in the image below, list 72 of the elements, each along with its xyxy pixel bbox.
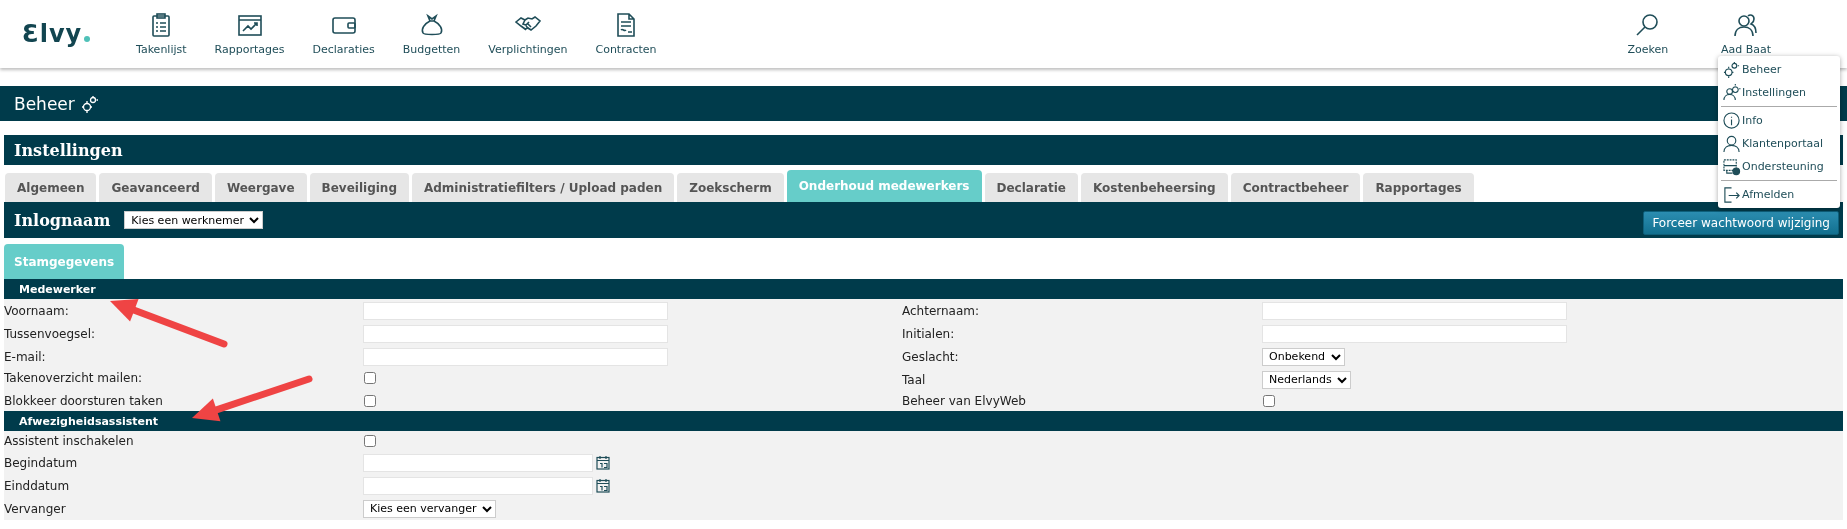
user-icon — [1723, 134, 1741, 153]
menu-item[interactable]: Beheer — [1718, 58, 1840, 81]
nav-item[interactable]: Takenlijst — [122, 12, 201, 56]
info-icon — [1723, 111, 1741, 130]
checkbox[interactable] — [364, 395, 376, 407]
tab[interactable]: Weergave — [214, 173, 307, 202]
nav-item[interactable]: Contracten — [581, 12, 671, 56]
gears-icon — [1723, 60, 1741, 79]
dropdown[interactable]: Nederlands — [1262, 370, 1351, 389]
text-field[interactable] — [1262, 301, 1567, 320]
nav-item[interactable]: Budgetten — [388, 12, 475, 56]
field-label: Assistent inschakelen — [4, 434, 134, 448]
field-label: Taal — [902, 372, 926, 387]
tab[interactable]: Geavanceerd — [99, 173, 212, 202]
field-label: Geslacht: — [902, 349, 959, 364]
nav-item[interactable]: Rapportages — [200, 12, 299, 56]
field-label: Initialen: — [902, 326, 955, 341]
field-label: Begindatum — [4, 455, 78, 470]
date-field[interactable] — [363, 453, 593, 472]
force-password-button[interactable]: Forceer wachtwoord wijziging — [1643, 211, 1839, 235]
field-label: Blokkeer doorsturen taken — [4, 394, 163, 408]
menu-item[interactable]: Instellingen — [1718, 81, 1840, 104]
tab[interactable]: Zoekscherm — [677, 173, 784, 202]
tab[interactable]: Algemeen — [5, 173, 97, 202]
field-label: Voornaam: — [4, 303, 69, 318]
employee-dropdown[interactable]: Kies een werknemer — [124, 211, 264, 229]
nav-item[interactable]: Zoeken — [1612, 12, 1683, 56]
field-label: Beheer van ElvyWeb — [902, 394, 1026, 408]
dropdown[interactable]: Kies een vervanger — [363, 499, 496, 518]
field-label: E-mail: — [4, 349, 46, 364]
section-title: Medewerker — [19, 282, 96, 296]
field-label: Takenoverzicht mailen: — [4, 371, 143, 385]
calendar-icon — [596, 455, 610, 470]
field-label: Vervanger — [4, 501, 66, 516]
nav-item[interactable]: Verplichtingen — [474, 12, 582, 56]
monitor-icon — [1723, 157, 1741, 176]
users-icon — [1732, 12, 1759, 38]
tab[interactable]: Beveiliging — [309, 173, 409, 202]
section-title: Afwezigheidsassistent — [19, 414, 159, 428]
calendar-icon — [596, 478, 610, 493]
text-field[interactable] — [1262, 324, 1567, 343]
field-label: Tussenvoegsel: — [4, 326, 96, 341]
menu-item[interactable]: Ondersteuning — [1718, 155, 1840, 178]
text-field[interactable] — [363, 347, 668, 366]
logout-icon — [1723, 185, 1741, 204]
dropdown[interactable]: Onbekend — [1262, 347, 1345, 366]
chart-icon — [236, 12, 263, 38]
checkbox[interactable] — [364, 372, 376, 384]
checkbox[interactable] — [1263, 395, 1275, 407]
nav-item[interactable]: Aad Baat — [1706, 12, 1785, 56]
menu-item[interactable]: Afmelden — [1718, 183, 1840, 206]
tab[interactable]: Administratiefilters / Upload paden — [412, 173, 675, 202]
search-icon — [1634, 12, 1661, 38]
login-label: Inlognaam — [14, 210, 111, 230]
menu-item[interactable]: Info — [1718, 109, 1840, 132]
menu-item[interactable]: Klantenportaal — [1718, 132, 1840, 155]
tab[interactable]: Contractbeheer — [1230, 173, 1361, 202]
tab[interactable]: Kostenbeheersing — [1080, 173, 1228, 202]
panel-title: Instellingen — [14, 140, 123, 160]
date-field[interactable] — [363, 476, 593, 495]
user-gear-icon — [1723, 83, 1741, 102]
page-title: Beheer — [14, 93, 75, 114]
nav-item[interactable]: Declaraties — [298, 12, 389, 56]
text-field[interactable] — [363, 324, 668, 343]
tab[interactable]: Rapportages — [1363, 173, 1474, 202]
tab[interactable]: Declaratie — [984, 173, 1078, 202]
logo: Ɛlvy — [22, 20, 122, 48]
checkbox[interactable] — [364, 435, 376, 447]
field-label: Einddatum — [4, 478, 70, 493]
gears-icon — [80, 94, 99, 113]
field-label: Achternaam: — [902, 303, 980, 318]
text-field[interactable] — [363, 301, 668, 320]
